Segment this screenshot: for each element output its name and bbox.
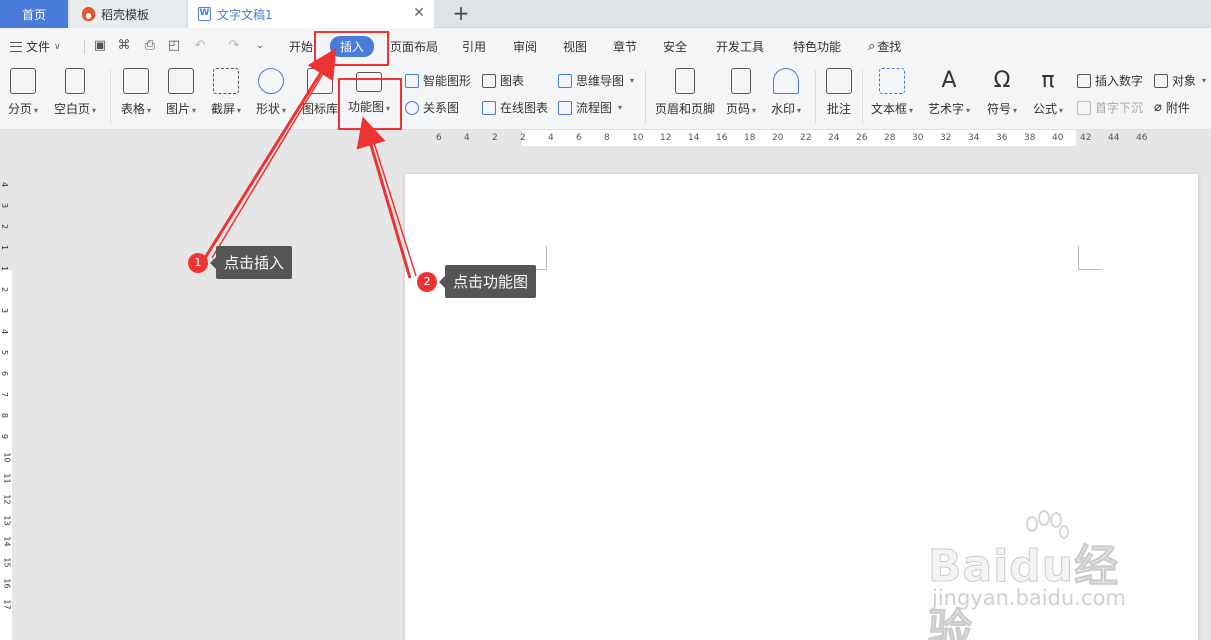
- step-1-number: 1: [188, 252, 208, 273]
- step-1-callout: 1 点击插入: [188, 246, 293, 279]
- arrow-to-insert-tab-edge: [211, 61, 331, 259]
- step-2-text: 点击功能图: [438, 265, 537, 298]
- step-2-number: 2: [417, 271, 437, 292]
- step-2-callout: 2 点击功能图: [417, 265, 537, 298]
- step-1-text: 点击插入: [209, 246, 293, 279]
- annotation-arrows: [203, 47, 417, 279]
- arrow-to-function-chart: [356, 116, 412, 279]
- arrow-to-insert-tab: [203, 47, 337, 259]
- arrow-to-function-chart-edge: [369, 129, 417, 277]
